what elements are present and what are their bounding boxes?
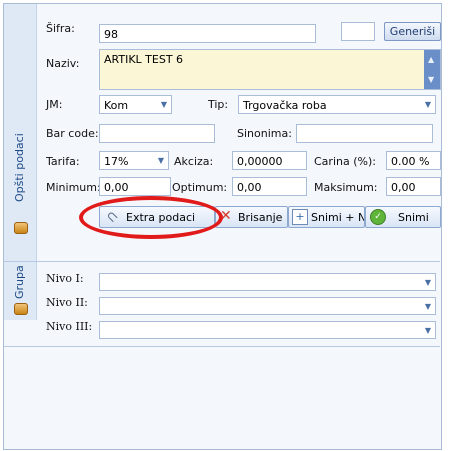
minimum-input[interactable]: 0,00 — [99, 177, 171, 196]
tab-group[interactable]: Grupa — [4, 262, 37, 320]
sinonima-label: Sinonima: — [237, 127, 292, 140]
nivo-3-label: Nivo III: — [46, 320, 93, 333]
sinonima-input[interactable] — [296, 124, 433, 143]
nivo-2-select[interactable]: ▼ — [99, 297, 436, 315]
barcode-input[interactable] — [99, 124, 215, 143]
sifra-input[interactable]: 98 — [99, 24, 316, 43]
section-divider — [3, 261, 440, 262]
nivo-1-label: Nivo I: — [46, 272, 84, 285]
barcode-label: Bar code: — [46, 127, 99, 140]
chevron-down-icon[interactable]: ▼ — [158, 156, 164, 165]
save-new-button[interactable]: + Snimi + Novi — [288, 206, 365, 228]
chevron-down-icon[interactable]: ▼ — [161, 100, 167, 109]
box-icon — [14, 222, 28, 234]
add-plus-icon: + — [292, 209, 308, 225]
check-icon: ✓ — [370, 209, 386, 225]
naziv-scrollbar[interactable]: ▲ ▼ — [424, 50, 440, 89]
jm-label: JM: — [46, 98, 63, 111]
jm-select[interactable]: Kom ▼ — [99, 95, 172, 114]
optimum-input[interactable]: 0,00 — [232, 177, 307, 196]
chevron-down-icon[interactable]: ▼ — [425, 326, 431, 335]
section-divider — [3, 346, 440, 347]
akciza-input[interactable]: 0,00000 — [232, 151, 307, 170]
chevron-down-icon[interactable]: ▼ — [425, 302, 431, 311]
tip-value: Trgovačka roba — [243, 99, 327, 112]
naziv-label: Naziv: — [46, 57, 80, 70]
highlight-ring — [79, 196, 223, 239]
tab-general-label: Opšti podaci — [13, 133, 26, 202]
tip-select[interactable]: Trgovačka roba ▼ — [238, 95, 436, 114]
nivo-3-select[interactable]: ▼ — [99, 321, 436, 339]
carina-input[interactable]: 0.00 % — [386, 151, 441, 170]
akciza-label: Akciza: — [174, 155, 214, 168]
delete-button[interactable]: ✕ Brisanje — [215, 206, 288, 228]
naziv-textarea[interactable]: ARTIKL TEST 6 ▲ ▼ — [99, 49, 441, 90]
generate-button[interactable]: Generiši — [384, 22, 441, 41]
sifra-extra-input[interactable] — [341, 22, 375, 41]
scroll-down-icon[interactable]: ▼ — [428, 75, 434, 84]
tarifa-value: 17% — [104, 155, 129, 168]
naziv-value: ARTIKL TEST 6 — [104, 53, 184, 66]
maksimum-label: Maksimum: — [314, 181, 378, 194]
carina-label: Carina (%): — [314, 155, 376, 168]
tab-general[interactable]: Opšti podaci — [4, 4, 37, 262]
tarifa-select[interactable]: 17% ▼ — [99, 151, 169, 170]
sifra-label: Šifra: — [46, 22, 75, 35]
tip-label: Tip: — [208, 98, 229, 111]
save-button[interactable]: ✓ Snimi — [365, 206, 441, 228]
nivo-2-label: Nivo II: — [46, 296, 88, 309]
tarifa-label: Tarifa: — [46, 155, 80, 168]
scroll-up-icon[interactable]: ▲ — [428, 55, 434, 64]
nivo-1-select[interactable]: ▼ — [99, 273, 436, 291]
chevron-down-icon[interactable]: ▼ — [425, 100, 431, 109]
tab-group-label: Grupa — [13, 265, 26, 299]
chevron-down-icon[interactable]: ▼ — [425, 278, 431, 287]
maksimum-input[interactable]: 0,00 — [386, 177, 441, 196]
box-icon — [14, 303, 28, 315]
minimum-label: Minimum: — [46, 181, 101, 194]
jm-value: Kom — [104, 99, 129, 112]
optimum-label: Optimum: — [172, 181, 228, 194]
